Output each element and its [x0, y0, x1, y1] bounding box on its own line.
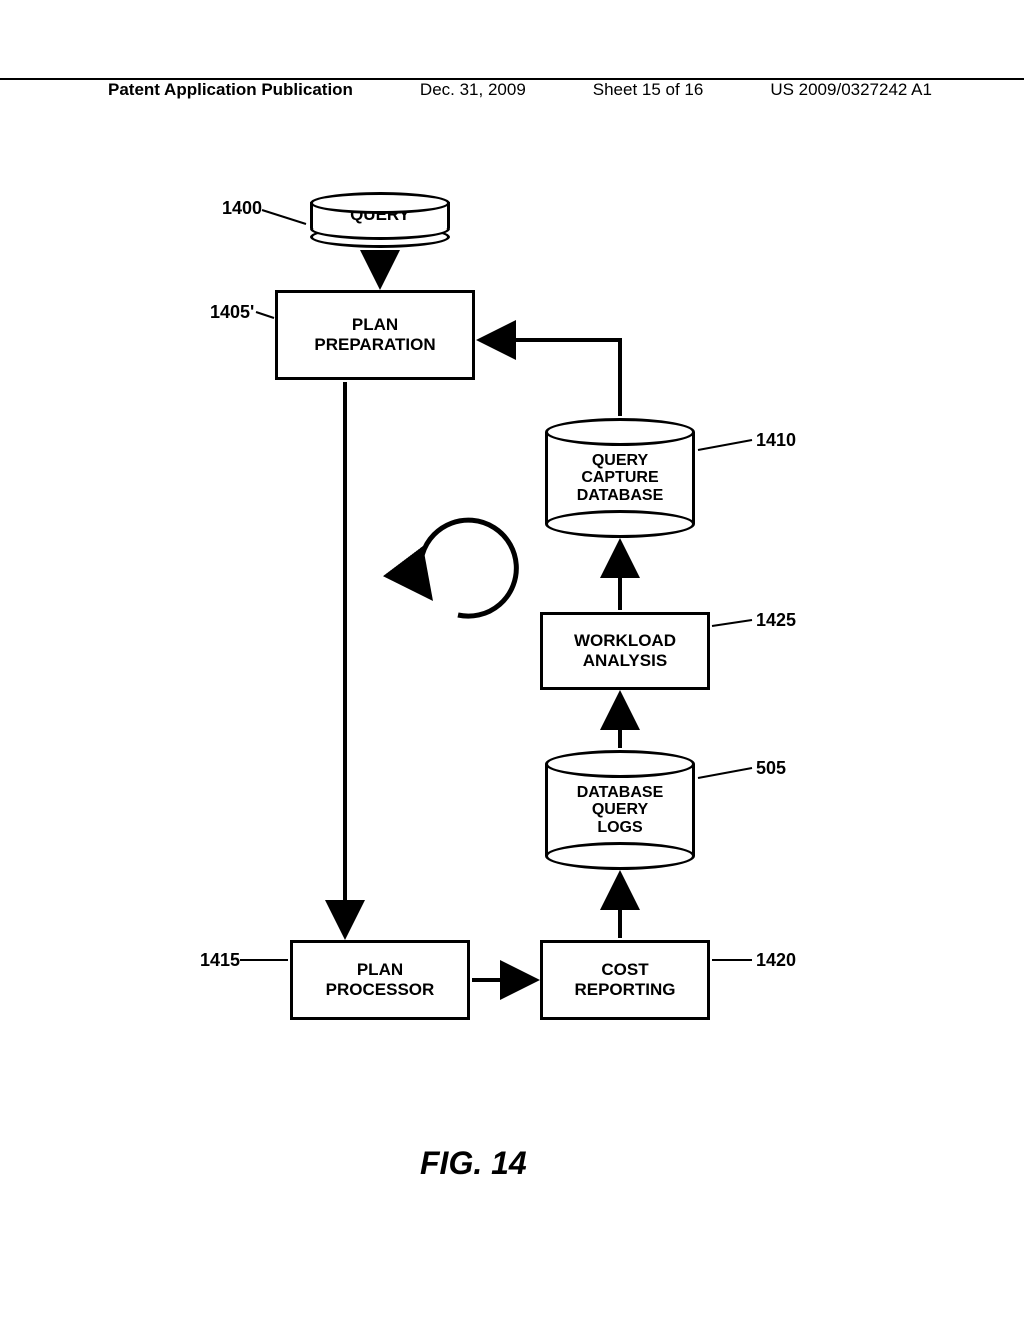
plan-processor-node: PLAN PROCESSOR: [290, 940, 470, 1020]
ref-1410: 1410: [756, 430, 796, 451]
diagram-canvas: QUERY PLAN PREPARATION QUERY CAPTURE DAT…: [0, 150, 1024, 1150]
ref-1425: 1425: [756, 610, 796, 631]
cost-reporting-label: COST REPORTING: [574, 960, 675, 999]
db-query-logs-label: DATABASE QUERY LOGS: [577, 784, 664, 837]
workload-analysis-label: WORKLOAD ANALYSIS: [574, 631, 676, 670]
query-capture-db-node: QUERY CAPTURE DATABASE: [545, 418, 695, 538]
db-query-logs-node: DATABASE QUERY LOGS: [545, 750, 695, 870]
plan-preparation-label: PLAN PREPARATION: [314, 315, 435, 354]
publication-label: Patent Application Publication: [108, 80, 353, 100]
cost-reporting-node: COST REPORTING: [540, 940, 710, 1020]
ref-1415: 1415: [200, 950, 240, 971]
sheet-number: Sheet 15 of 16: [593, 80, 704, 100]
query-node: QUERY: [310, 192, 450, 248]
connectors: [0, 150, 1024, 1150]
publication-date: Dec. 31, 2009: [420, 80, 526, 100]
query-capture-db-label: QUERY CAPTURE DATABASE: [577, 452, 664, 505]
ref-1420: 1420: [756, 950, 796, 971]
plan-preparation-node: PLAN PREPARATION: [275, 290, 475, 380]
publication-number: US 2009/0327242 A1: [770, 80, 932, 100]
ref-505: 505: [756, 758, 786, 779]
page-header: Patent Application Publication Dec. 31, …: [0, 78, 1024, 106]
figure-caption: FIG. 14: [420, 1145, 527, 1182]
ref-1400: 1400: [222, 198, 262, 219]
workload-analysis-node: WORKLOAD ANALYSIS: [540, 612, 710, 690]
plan-processor-label: PLAN PROCESSOR: [326, 960, 435, 999]
ref-1405: 1405': [210, 302, 254, 323]
